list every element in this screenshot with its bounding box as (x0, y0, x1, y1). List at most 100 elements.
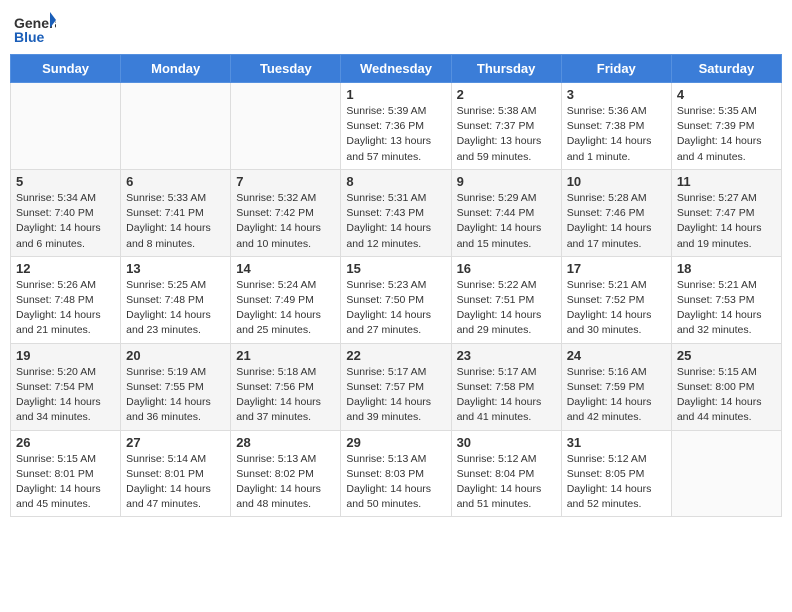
day-number: 7 (236, 174, 335, 189)
day-info: Sunrise: 5:28 AM Sunset: 7:46 PM Dayligh… (567, 191, 666, 252)
calendar-cell: 14Sunrise: 5:24 AM Sunset: 7:49 PM Dayli… (231, 256, 341, 343)
calendar-cell: 3 Sunrise: 5:36 AM Sunset: 7:38 PM Daylig… (561, 83, 671, 170)
calendar-week-row: 1 Sunrise: 5:39 AM Sunset: 7:36 PM Daylig… (11, 83, 782, 170)
day-info: Sunrise: 5:35 AM Sunset: 7:39 PM Dayligh… (677, 104, 776, 165)
day-number: 21 (236, 348, 335, 363)
day-number: 6 (126, 174, 225, 189)
calendar-cell: 5Sunrise: 5:34 AM Sunset: 7:40 PM Daylig… (11, 169, 121, 256)
day-number: 22 (346, 348, 445, 363)
day-number: 9 (457, 174, 556, 189)
day-info: Sunrise: 5:29 AM Sunset: 7:44 PM Dayligh… (457, 191, 556, 252)
calendar-cell: 29Sunrise: 5:13 AM Sunset: 8:03 PM Dayli… (341, 430, 451, 517)
calendar-header-row: SundayMondayTuesdayWednesdayThursdayFrid… (11, 55, 782, 83)
weekday-header: Wednesday (341, 55, 451, 83)
day-number: 23 (457, 348, 556, 363)
day-info: Sunrise: 5:22 AM Sunset: 7:51 PM Dayligh… (457, 278, 556, 339)
calendar-cell: 8Sunrise: 5:31 AM Sunset: 7:43 PM Daylig… (341, 169, 451, 256)
calendar-cell: 4 Sunrise: 5:35 AM Sunset: 7:39 PM Daylig… (671, 83, 781, 170)
calendar-week-row: 5Sunrise: 5:34 AM Sunset: 7:40 PM Daylig… (11, 169, 782, 256)
day-info: Sunrise: 5:36 AM Sunset: 7:38 PM Dayligh… (567, 104, 666, 165)
calendar-cell: 23 Sunrise: 5:17 AM Sunset: 7:58 PM Dayli… (451, 343, 561, 430)
calendar-cell: 15Sunrise: 5:23 AM Sunset: 7:50 PM Dayli… (341, 256, 451, 343)
day-info: Sunrise: 5:25 AM Sunset: 7:48 PM Dayligh… (126, 278, 225, 339)
day-number: 25 (677, 348, 776, 363)
day-info: Sunrise: 5:21 AM Sunset: 7:52 PM Dayligh… (567, 278, 666, 339)
calendar-cell (671, 430, 781, 517)
calendar-cell: 28 Sunrise: 5:13 AM Sunset: 8:02 PM Dayli… (231, 430, 341, 517)
calendar-cell: 31Sunrise: 5:12 AM Sunset: 8:05 PM Dayli… (561, 430, 671, 517)
day-info: Sunrise: 5:23 AM Sunset: 7:50 PM Dayligh… (346, 278, 445, 339)
calendar-cell (231, 83, 341, 170)
calendar-cell: 24 Sunrise: 5:16 AM Sunset: 7:59 PM Dayli… (561, 343, 671, 430)
calendar-cell: 6 Sunrise: 5:33 AM Sunset: 7:41 PM Daylig… (121, 169, 231, 256)
calendar-cell: 20Sunrise: 5:19 AM Sunset: 7:55 PM Dayli… (121, 343, 231, 430)
calendar-week-row: 12 Sunrise: 5:26 AM Sunset: 7:48 PM Dayli… (11, 256, 782, 343)
calendar-cell: 7 Sunrise: 5:32 AM Sunset: 7:42 PM Daylig… (231, 169, 341, 256)
day-number: 10 (567, 174, 666, 189)
calendar-cell: 22 Sunrise: 5:17 AM Sunset: 7:57 PM Dayli… (341, 343, 451, 430)
logo: General Blue (14, 10, 56, 46)
day-number: 26 (16, 435, 115, 450)
day-info: Sunrise: 5:39 AM Sunset: 7:36 PM Dayligh… (346, 104, 445, 165)
day-info: Sunrise: 5:16 AM Sunset: 7:59 PM Dayligh… (567, 365, 666, 426)
calendar-cell: 11Sunrise: 5:27 AM Sunset: 7:47 PM Dayli… (671, 169, 781, 256)
logo-icon: General Blue (14, 10, 56, 46)
day-info: Sunrise: 5:19 AM Sunset: 7:55 PM Dayligh… (126, 365, 225, 426)
day-number: 28 (236, 435, 335, 450)
calendar-cell: 30Sunrise: 5:12 AM Sunset: 8:04 PM Dayli… (451, 430, 561, 517)
weekday-header: Friday (561, 55, 671, 83)
day-number: 30 (457, 435, 556, 450)
day-number: 4 (677, 87, 776, 102)
day-number: 8 (346, 174, 445, 189)
calendar-cell: 9 Sunrise: 5:29 AM Sunset: 7:44 PM Daylig… (451, 169, 561, 256)
day-info: Sunrise: 5:20 AM Sunset: 7:54 PM Dayligh… (16, 365, 115, 426)
calendar-cell: 27Sunrise: 5:14 AM Sunset: 8:01 PM Dayli… (121, 430, 231, 517)
day-info: Sunrise: 5:18 AM Sunset: 7:56 PM Dayligh… (236, 365, 335, 426)
calendar-cell: 1 Sunrise: 5:39 AM Sunset: 7:36 PM Daylig… (341, 83, 451, 170)
day-info: Sunrise: 5:17 AM Sunset: 7:57 PM Dayligh… (346, 365, 445, 426)
weekday-header: Tuesday (231, 55, 341, 83)
day-info: Sunrise: 5:24 AM Sunset: 7:49 PM Dayligh… (236, 278, 335, 339)
day-info: Sunrise: 5:17 AM Sunset: 7:58 PM Dayligh… (457, 365, 556, 426)
calendar-cell: 13 Sunrise: 5:25 AM Sunset: 7:48 PM Dayli… (121, 256, 231, 343)
day-number: 18 (677, 261, 776, 276)
day-number: 2 (457, 87, 556, 102)
calendar-week-row: 26 Sunrise: 5:15 AM Sunset: 8:01 PM Dayli… (11, 430, 782, 517)
calendar-table: SundayMondayTuesdayWednesdayThursdayFrid… (10, 54, 782, 517)
weekday-header: Sunday (11, 55, 121, 83)
day-info: Sunrise: 5:32 AM Sunset: 7:42 PM Dayligh… (236, 191, 335, 252)
calendar-cell: 16 Sunrise: 5:22 AM Sunset: 7:51 PM Dayli… (451, 256, 561, 343)
day-info: Sunrise: 5:21 AM Sunset: 7:53 PM Dayligh… (677, 278, 776, 339)
day-number: 31 (567, 435, 666, 450)
calendar-cell: 25Sunrise: 5:15 AM Sunset: 8:00 PM Dayli… (671, 343, 781, 430)
calendar-cell: 18 Sunrise: 5:21 AM Sunset: 7:53 PM Dayli… (671, 256, 781, 343)
day-info: Sunrise: 5:13 AM Sunset: 8:03 PM Dayligh… (346, 452, 445, 513)
day-info: Sunrise: 5:26 AM Sunset: 7:48 PM Dayligh… (16, 278, 115, 339)
calendar-week-row: 19 Sunrise: 5:20 AM Sunset: 7:54 PM Dayli… (11, 343, 782, 430)
calendar-cell: 17Sunrise: 5:21 AM Sunset: 7:52 PM Dayli… (561, 256, 671, 343)
day-info: Sunrise: 5:15 AM Sunset: 8:01 PM Dayligh… (16, 452, 115, 513)
day-number: 3 (567, 87, 666, 102)
day-info: Sunrise: 5:33 AM Sunset: 7:41 PM Dayligh… (126, 191, 225, 252)
day-number: 27 (126, 435, 225, 450)
calendar-cell (121, 83, 231, 170)
weekday-header: Thursday (451, 55, 561, 83)
day-number: 16 (457, 261, 556, 276)
day-info: Sunrise: 5:13 AM Sunset: 8:02 PM Dayligh… (236, 452, 335, 513)
calendar-cell: 19 Sunrise: 5:20 AM Sunset: 7:54 PM Dayli… (11, 343, 121, 430)
day-info: Sunrise: 5:27 AM Sunset: 7:47 PM Dayligh… (677, 191, 776, 252)
svg-text:Blue: Blue (14, 29, 45, 45)
calendar-cell: 12 Sunrise: 5:26 AM Sunset: 7:48 PM Dayli… (11, 256, 121, 343)
day-number: 24 (567, 348, 666, 363)
day-number: 13 (126, 261, 225, 276)
calendar-cell (11, 83, 121, 170)
day-number: 12 (16, 261, 115, 276)
calendar-cell: 21 Sunrise: 5:18 AM Sunset: 7:56 PM Dayli… (231, 343, 341, 430)
day-number: 1 (346, 87, 445, 102)
page-header: General Blue (10, 10, 782, 46)
day-number: 19 (16, 348, 115, 363)
calendar-cell: 10 Sunrise: 5:28 AM Sunset: 7:46 PM Dayli… (561, 169, 671, 256)
calendar-cell: 2 Sunrise: 5:38 AM Sunset: 7:37 PM Daylig… (451, 83, 561, 170)
day-info: Sunrise: 5:38 AM Sunset: 7:37 PM Dayligh… (457, 104, 556, 165)
calendar-cell: 26 Sunrise: 5:15 AM Sunset: 8:01 PM Dayli… (11, 430, 121, 517)
